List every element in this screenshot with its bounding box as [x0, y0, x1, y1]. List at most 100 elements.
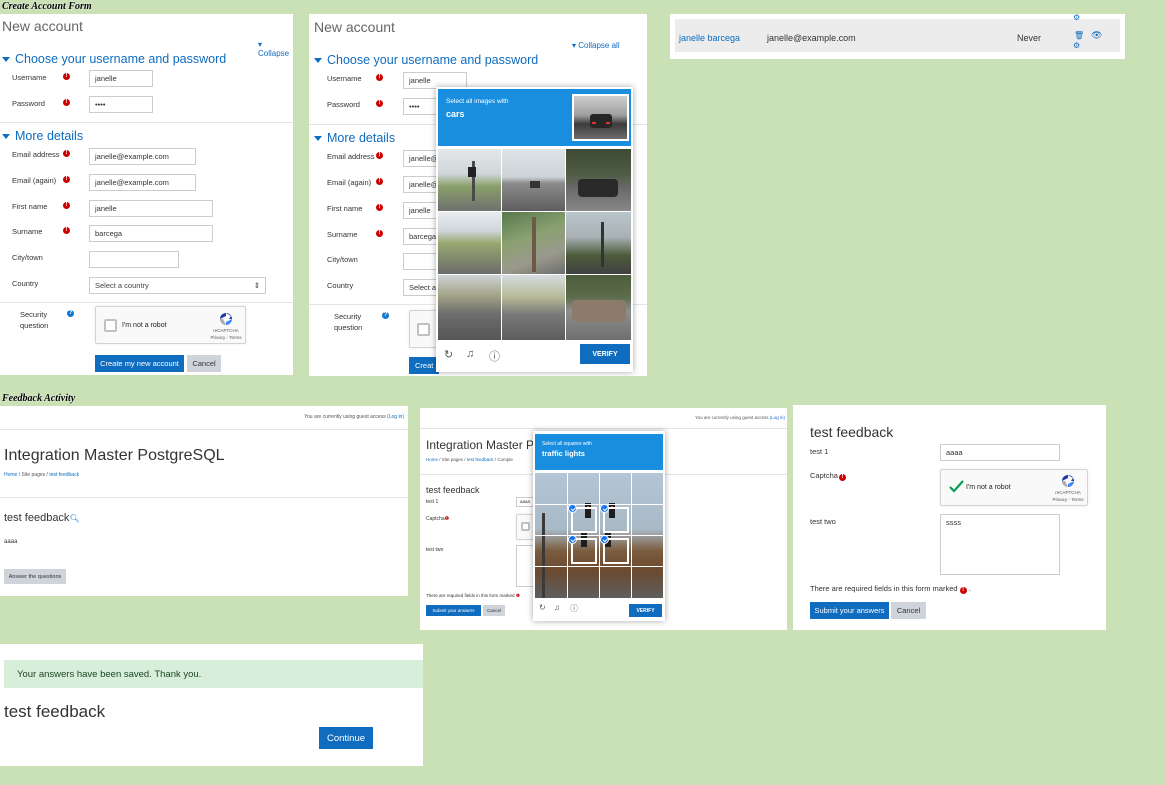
q1-label: test 1	[810, 447, 829, 456]
country-label: Country	[327, 281, 354, 290]
reload-icon[interactable]: ↻	[539, 603, 546, 612]
recaptcha-checkbox[interactable]	[417, 323, 430, 336]
answer-questions-button[interactable]: Answer the questions	[4, 569, 66, 584]
submit-button[interactable]: Submit your answers	[810, 602, 889, 619]
car-shape	[578, 179, 618, 197]
required-icon: !	[376, 100, 383, 107]
gear-icon[interactable]: ⚙	[1073, 41, 1080, 50]
challenge-tile[interactable]	[502, 275, 565, 340]
verify-button[interactable]: VERIFY	[580, 344, 630, 364]
country-select[interactable]: Select a country ⇕	[89, 277, 266, 294]
challenge-tile[interactable]	[438, 275, 501, 340]
surname-input[interactable]: barcega	[89, 225, 213, 242]
verify-button[interactable]: VERIFY	[629, 604, 662, 617]
feedback-saved-panel: Your answers have been saved. Thank you.…	[0, 644, 423, 766]
info-icon[interactable]: ⓘ	[570, 603, 578, 614]
select-arrow-icon: ⇕	[253, 281, 260, 290]
challenge-tile[interactable]	[502, 149, 565, 211]
recaptcha-terms[interactable]: Privacy - Terms	[206, 335, 246, 340]
headphones-icon[interactable]: ♫	[554, 603, 560, 612]
recaptcha-terms[interactable]: Privacy - Terms	[1048, 497, 1088, 502]
user-name-link[interactable]: janelle barcega	[679, 33, 740, 43]
username-label: Username	[327, 74, 362, 83]
required-note: There are required fields in this form m…	[426, 593, 520, 598]
cancel-button[interactable]: Cancel	[483, 605, 505, 616]
guest-notice: You are currently using guest access (Lo…	[304, 414, 404, 420]
create-account-button[interactable]: Create my new account	[95, 355, 184, 372]
username-input[interactable]: janelle	[89, 70, 153, 87]
chevron-down-icon	[314, 57, 322, 63]
collapse-all-link[interactable]: ▾ Collapse all	[572, 41, 620, 50]
cancel-button[interactable]: Cancel	[187, 355, 221, 372]
success-alert: Your answers have been saved. Thank you.	[4, 660, 423, 688]
first-name-input[interactable]: janelle	[89, 200, 213, 217]
required-icon: !	[376, 230, 383, 237]
recaptcha-checkbox[interactable]	[104, 319, 117, 332]
chevron-down-icon	[314, 135, 322, 141]
pole-shape	[601, 222, 604, 267]
breadcrumb-site-pages[interactable]: Site pages	[22, 472, 46, 478]
required-note: There are required fields in this form m…	[810, 584, 971, 594]
section-header-username[interactable]: Choose your username and password	[2, 52, 226, 66]
section-header-details[interactable]: More details	[314, 131, 395, 145]
challenge-tile[interactable]	[566, 149, 631, 211]
cancel-button[interactable]: Cancel	[891, 602, 926, 619]
eye-icon[interactable]: 👁	[1091, 30, 1102, 41]
login-link[interactable]: (Log in)	[770, 415, 785, 420]
captcha-label: Captcha!	[810, 471, 846, 481]
recaptcha-widget: I'm not a robot reCAPTCHA Privacy - Term…	[95, 306, 246, 344]
headphones-icon[interactable]: ♫	[466, 348, 474, 360]
recaptcha-logo-icon	[220, 313, 232, 325]
car-shape	[530, 181, 540, 188]
breadcrumb-test-feedback[interactable]: test feedback	[467, 457, 494, 462]
create-account-button[interactable]: Creat	[409, 357, 439, 374]
breadcrumb-test-feedback[interactable]: test feedback	[49, 472, 79, 478]
page-title: New account	[2, 18, 83, 34]
email-again-input[interactable]: janelle@example.com	[89, 174, 196, 191]
recaptcha-logo-icon	[1062, 475, 1074, 487]
breadcrumb-site-pages[interactable]: Site pages	[442, 457, 463, 462]
gear-icon[interactable]: ⚙	[1073, 14, 1080, 22]
trash-icon[interactable]: 🗑	[1074, 31, 1084, 40]
check-icon	[568, 535, 577, 544]
challenge-tile[interactable]	[502, 212, 565, 274]
search-icon[interactable]: 🔍︎	[69, 514, 79, 523]
divider	[420, 428, 787, 429]
help-icon[interactable]: ?	[382, 312, 389, 319]
checkmark-icon	[949, 480, 964, 493]
q2-textarea[interactable]: ssss	[940, 514, 1060, 575]
email-input[interactable]: janelle@example.com	[89, 148, 196, 165]
challenge-tile[interactable]	[566, 212, 631, 274]
q1-input[interactable]: aaaa	[940, 444, 1060, 461]
help-icon[interactable]: ?	[67, 310, 74, 317]
login-link[interactable]: (Log in)	[387, 414, 404, 420]
continue-button[interactable]: Continue	[319, 727, 373, 749]
info-icon[interactable]: ⓘ	[489, 348, 500, 364]
breadcrumb-home[interactable]: Home	[426, 457, 438, 462]
signal-shape	[468, 167, 476, 177]
section-header-username[interactable]: Choose your username and password	[314, 53, 538, 67]
challenge-tile[interactable]	[566, 275, 631, 340]
first-name-label: First name	[12, 202, 48, 211]
reload-icon[interactable]: ↻	[444, 348, 453, 361]
submit-button[interactable]: Submit your answers	[426, 605, 481, 616]
challenge-tile[interactable]	[438, 212, 501, 274]
breadcrumb-complete: Comple	[497, 457, 513, 462]
breadcrumb-home[interactable]: Home	[4, 472, 17, 478]
car-shape	[572, 300, 626, 322]
challenge-tile[interactable]	[438, 149, 501, 211]
captcha-label: Captcha❶	[426, 516, 450, 522]
required-icon: ❶	[444, 516, 450, 522]
surname-label: Surname	[12, 227, 43, 236]
section-title-feedback: Feedback Activity	[2, 393, 76, 404]
pole-shape	[542, 513, 545, 598]
email-again-label: Email (again)	[12, 176, 57, 185]
section-header-details[interactable]: More details	[2, 129, 83, 143]
collapse-link[interactable]: ▾ Collapse	[258, 40, 293, 58]
recaptcha-checkbox[interactable]	[521, 522, 530, 531]
site-title: Integration Master P	[426, 438, 535, 452]
password-input[interactable]: ••••	[89, 96, 153, 113]
answer-preview: aaaa	[4, 539, 18, 545]
challenge-target: cars	[446, 109, 465, 119]
city-input[interactable]	[89, 251, 179, 268]
